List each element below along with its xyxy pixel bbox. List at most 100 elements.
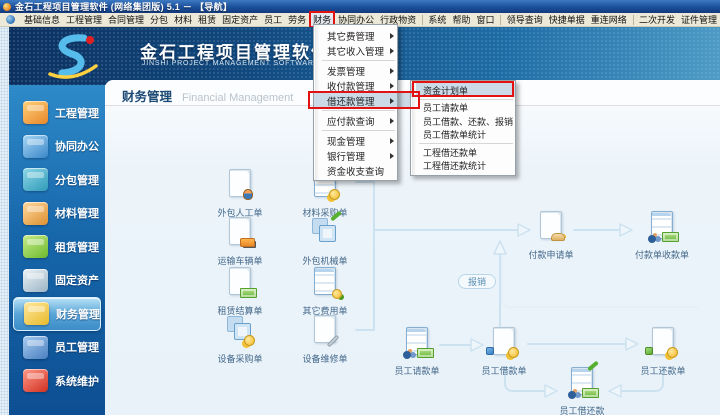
submenu-item-label: 工程借还款统计 (423, 159, 486, 172)
app-window: 金石工程项目管理软件 (网络集团版) 5.1 － 【导航】 基础信息 工程管理 … (0, 0, 720, 415)
doc-wrench-icon (308, 314, 342, 346)
node-equipment-purchase[interactable]: 设备采购单 (202, 314, 278, 365)
submenu-item-label: 员工请款单 (423, 101, 468, 114)
node-staff-loan[interactable]: 员工借款单 (466, 326, 542, 377)
node-payment-receipt[interactable]: 付款单收款单 (624, 210, 700, 261)
submenu-arrow-icon (390, 118, 394, 124)
project-icon (23, 101, 48, 124)
menu-item-label: 现金管理 (327, 134, 365, 148)
subcontract-icon (23, 168, 48, 191)
page-title-en: Financial Management (182, 92, 293, 104)
sidebar-item-finance[interactable]: 财务管理 (13, 297, 101, 331)
sidebar-item-label: 材料管理 (55, 205, 99, 221)
node-staff-fund-request[interactable]: 员工请款单 (379, 326, 455, 377)
sheet-money-people-icon (645, 210, 679, 242)
menu-system[interactable]: 系统 (425, 12, 449, 27)
node-staff-loan-repay[interactable]: 员工借还款 (544, 366, 620, 415)
menu-item-fund-flow-query[interactable]: 资金收支查询 (314, 163, 397, 178)
submenu-item-staff-fund-request[interactable]: 员工请款单 (411, 101, 515, 115)
doc-flow-coins-green-icon (646, 326, 680, 358)
sidebar-item-system[interactable]: 系统维护 (9, 364, 105, 398)
menu-reconnect-network[interactable]: 重连网络 (588, 12, 630, 27)
node-staff-repayment[interactable]: 员工还款单 (625, 326, 701, 377)
sidebar-item-fixed-assets[interactable]: 固定资产 (9, 264, 105, 298)
menu-material[interactable]: 材料 (171, 12, 195, 27)
squares-arrow-icon (308, 216, 342, 248)
sidebar-item-lease[interactable]: 租赁管理 (9, 230, 105, 264)
menu-item-loan-repay[interactable]: 借还款管理 (314, 93, 397, 108)
sidebar-item-label: 固定资产 (55, 272, 99, 288)
menu-project-mgmt[interactable]: 工程管理 (63, 12, 105, 27)
menu-certificate-mgmt[interactable]: 证件管理 (678, 12, 720, 27)
menu-item-payment-receipt[interactable]: 收付款管理 (314, 78, 397, 93)
jinshi-logo-icon (40, 30, 104, 82)
menu-window[interactable]: 窗口 (473, 12, 497, 27)
submenu-item-project-loan-repay-stats[interactable]: 工程借还款统计 (411, 159, 515, 173)
material-icon (23, 202, 48, 225)
menu-quick-documents[interactable]: 快捷单据 (546, 12, 588, 27)
sidebar-item-material[interactable]: 材料管理 (9, 197, 105, 231)
sidebar-item-label: 财务管理 (56, 306, 100, 322)
menu-labor[interactable]: 劳务 (285, 12, 309, 27)
node-label: 设备采购单 (202, 352, 278, 365)
sidebar-item-label: 系统维护 (55, 373, 99, 389)
menu-item-bank-mgmt[interactable]: 银行管理 (314, 148, 397, 163)
sidebar-item-label: 租赁管理 (55, 239, 99, 255)
sheet-people-money-icon (565, 366, 599, 398)
staff-icon (23, 336, 48, 359)
node-transport-vehicle[interactable]: 运输车辆单 (202, 216, 278, 267)
menu-staff[interactable]: 员工 (261, 12, 285, 27)
sidebar-item-collaboration[interactable]: 协同办公 (9, 130, 105, 164)
node-equipment-repair[interactable]: 设备维修单 (287, 314, 363, 365)
menu-item-label: 其它收入管理 (327, 44, 384, 58)
sidebar-item-subcontract[interactable]: 分包管理 (9, 163, 105, 197)
node-lease-settlement[interactable]: 租赁结算单 (202, 266, 278, 317)
submenu-arrow-icon (390, 48, 394, 54)
menu-item-invoice[interactable]: 发票管理 (314, 63, 397, 78)
sidebar-item-staff[interactable]: 员工管理 (9, 331, 105, 365)
submenu-item-staff-loan-stats[interactable]: 员工借款单统计 (411, 128, 515, 142)
submenu-arrow-icon (390, 138, 394, 144)
menu-help[interactable]: 帮助 (449, 12, 473, 27)
menu-item-other-income[interactable]: 其它收入管理 (314, 43, 397, 58)
menu-item-label: 应付款查询 (327, 114, 375, 128)
sidebar-item-label: 协同办公 (55, 138, 99, 154)
menu-item-cash-mgmt[interactable]: 现金管理 (314, 133, 397, 148)
menu-fixed-assets[interactable]: 固定资产 (219, 12, 261, 27)
menu-contract-mgmt[interactable]: 合同管理 (105, 12, 147, 27)
submenu-item-fund-plan[interactable]: 资金计划单 (411, 83, 515, 97)
sidebar-nav: 工程管理 协同办公 分包管理 材料管理 租赁管理 固定资产 财务管理 员工管理 (9, 85, 105, 415)
content-header: 财务管理 Financial Management (122, 86, 293, 105)
doc-truck-icon (223, 216, 257, 248)
finance-dropdown-menu: 其它费管理 其它收入管理 发票管理 收付款管理 借还款管理 应付款查询 现金管理 (313, 24, 398, 181)
node-label: 员工请款单 (379, 364, 455, 377)
node-outsourced-labor[interactable]: 外包人工单 (202, 168, 278, 219)
node-outsourced-machinery[interactable]: 外包机械单 (287, 216, 363, 267)
sheet-coins-plus-icon (308, 266, 342, 298)
menu-leader-query[interactable]: 领导查询 (504, 12, 546, 27)
doc-flow-coins-icon (487, 326, 521, 358)
menu-lease[interactable]: 租赁 (195, 12, 219, 27)
menu-basic-info[interactable]: 基础信息 (21, 12, 63, 27)
menu-item-payables-query[interactable]: 应付款查询 (314, 113, 397, 128)
app-icon (3, 3, 11, 11)
sidebar-item-project[interactable]: 工程管理 (9, 96, 105, 130)
submenu-item-label: 员工借款单统计 (423, 128, 486, 141)
menu-item-label: 发票管理 (327, 64, 365, 78)
submenu-item-project-loan-repay[interactable]: 工程借还款单 (411, 146, 515, 160)
submenu-item-staff-loan-repay-reimburse[interactable]: 员工借款、还款、报销 (411, 115, 515, 129)
submenu-arrow-icon (390, 98, 394, 104)
menu-item-other-fees[interactable]: 其它费管理 (314, 28, 397, 43)
node-label: 员工借还款 (544, 404, 620, 415)
menu-secondary-dev[interactable]: 二次开发 (636, 12, 678, 27)
menu-item-label: 资金收支查询 (327, 164, 384, 178)
menu-item-label: 收付款管理 (327, 79, 375, 93)
node-other-expense[interactable]: 其它费用单 (287, 266, 363, 317)
node-label: 员工借款单 (466, 364, 542, 377)
reimburse-badge: 报销 (458, 274, 496, 289)
left-dotted-strip (0, 27, 9, 415)
sidebar-item-label: 员工管理 (55, 339, 99, 355)
submenu-item-label: 工程借还款单 (423, 146, 477, 159)
node-payment-request[interactable]: 付款申请单 (513, 210, 589, 261)
menu-subcontract[interactable]: 分包 (147, 12, 171, 27)
